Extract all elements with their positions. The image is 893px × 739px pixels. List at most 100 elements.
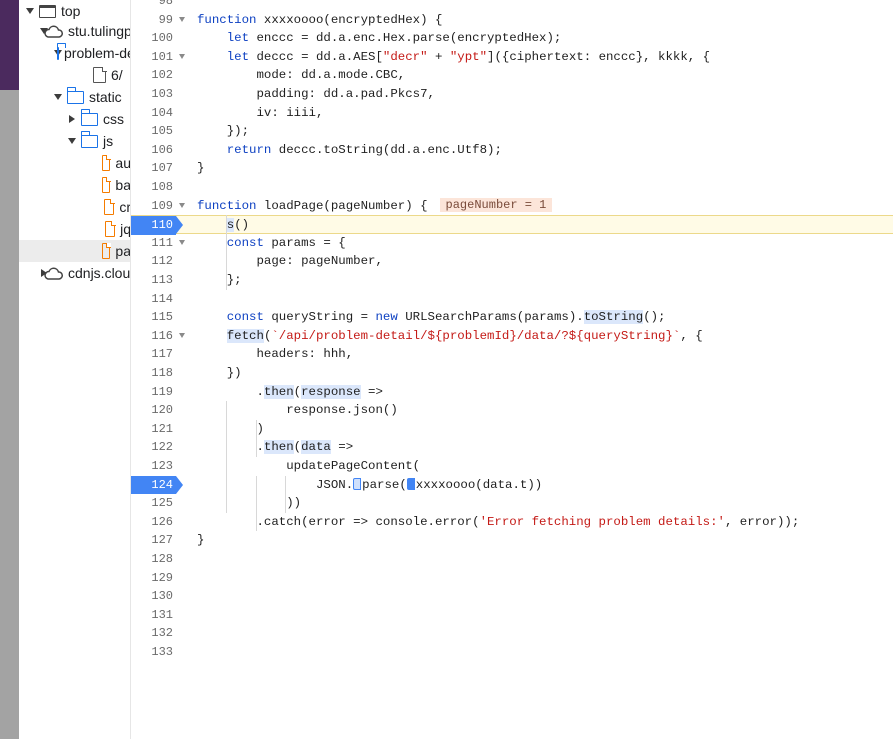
fold-arrow-icon[interactable]: [179, 332, 187, 341]
line-number[interactable]: 116: [131, 327, 176, 346]
tree-item[interactable]: stu.tulingpyton.cn: [19, 20, 130, 42]
code-line[interactable]: 125 )): [131, 494, 893, 513]
tree-item[interactable]: cdnjs.cloudflare.com: [19, 262, 130, 284]
line-number[interactable]: 115: [131, 308, 176, 327]
code-line[interactable]: 128: [131, 550, 893, 569]
code-line[interactable]: 103 padding: dd.a.pad.Pkcs7,: [131, 85, 893, 104]
tree-item[interactable]: cr: [19, 196, 130, 218]
code-line[interactable]: 109 function loadPage(pageNumber) {pageNu…: [131, 197, 893, 216]
tree-item[interactable]: css: [19, 108, 130, 130]
line-number[interactable]: 103: [131, 85, 176, 104]
line-number[interactable]: 130: [131, 587, 176, 606]
tree-item[interactable]: ba: [19, 174, 130, 196]
tree-item[interactable]: top: [19, 0, 130, 22]
line-number[interactable]: 111: [131, 234, 176, 253]
line-number[interactable]: 99: [131, 11, 176, 30]
line-number[interactable]: 133: [131, 643, 176, 662]
expand-arrow-icon[interactable]: [53, 92, 63, 102]
line-number[interactable]: 122: [131, 438, 176, 457]
code-line[interactable]: 121 ): [131, 420, 893, 439]
line-number[interactable]: 114: [131, 290, 176, 309]
fold-arrow-icon[interactable]: [179, 202, 187, 211]
expand-arrow-icon[interactable]: [25, 6, 35, 16]
code-line[interactable]: 129: [131, 569, 893, 588]
code-line[interactable]: 101 let deccc = dd.a.AES["decr" + "ypt"]…: [131, 48, 893, 67]
code-line[interactable]: 123 updatePageContent(: [131, 457, 893, 476]
code-line[interactable]: 130: [131, 587, 893, 606]
code-line[interactable]: 118 }): [131, 364, 893, 383]
tree-item[interactable]: 6/: [19, 64, 130, 86]
tree-item[interactable]: pa: [19, 240, 130, 262]
code-line[interactable]: 131: [131, 606, 893, 625]
code-line[interactable]: 108: [131, 178, 893, 197]
line-number[interactable]: 128: [131, 550, 176, 569]
source-code-editor[interactable]: 98 99 function xxxxoooo(encryptedHex) {100…: [131, 0, 893, 739]
code-line[interactable]: 114: [131, 290, 893, 309]
line-number[interactable]: 131: [131, 606, 176, 625]
line-number[interactable]: 100: [131, 29, 176, 48]
code-line[interactable]: 110 s(): [131, 215, 893, 235]
line-number[interactable]: 125: [131, 494, 176, 513]
breakpoint-location-icon[interactable]: [406, 477, 415, 490]
collapse-arrow-icon[interactable]: [67, 114, 77, 124]
tree-item[interactable]: js: [19, 130, 130, 152]
code-line[interactable]: 105 });: [131, 122, 893, 141]
tree-item[interactable]: problem-detail: [19, 42, 130, 64]
line-number[interactable]: 101: [131, 48, 176, 67]
code-line[interactable]: 127}: [131, 531, 893, 550]
line-number[interactable]: 108: [131, 178, 176, 197]
inline-variable-value: pageNumber = 1: [439, 197, 553, 212]
tree-item[interactable]: jq: [19, 218, 130, 240]
code-line[interactable]: 126 .catch(error => console.error('Error…: [131, 513, 893, 532]
code-text: });: [197, 124, 250, 139]
code-line[interactable]: 107}: [131, 159, 893, 178]
code-line[interactable]: 133: [131, 643, 893, 662]
line-number[interactable]: 112: [131, 252, 176, 271]
line-number[interactable]: 120: [131, 401, 176, 420]
breakpoint-location-icon[interactable]: [353, 477, 362, 490]
tree-item[interactable]: au: [19, 152, 130, 174]
code-line[interactable]: 124 JSON. parse(xxxxoooo(data.t)): [131, 475, 893, 495]
code-line[interactable]: 115 const queryString = new URLSearchPar…: [131, 308, 893, 327]
line-number[interactable]: 121: [131, 420, 176, 439]
line-number[interactable]: 126: [131, 513, 176, 532]
code-line[interactable]: 98: [131, 0, 893, 11]
line-number[interactable]: 117: [131, 345, 176, 364]
code-line[interactable]: 104 iv: iiii,: [131, 104, 893, 123]
code-line[interactable]: 122 .then(data =>: [131, 438, 893, 457]
line-number[interactable]: 123: [131, 457, 176, 476]
line-number[interactable]: 113: [131, 271, 176, 290]
code-line[interactable]: 113 };: [131, 271, 893, 290]
code-line[interactable]: 106 return deccc.toString(dd.a.enc.Utf8)…: [131, 141, 893, 160]
fold-arrow-icon[interactable]: [179, 53, 187, 62]
code-line[interactable]: 116 fetch(`/api/problem-detail/${problem…: [131, 327, 893, 346]
expand-arrow-icon[interactable]: [67, 136, 77, 146]
code-line[interactable]: 102 mode: dd.a.mode.CBC,: [131, 66, 893, 85]
code-text: return deccc.toString(dd.a.enc.Utf8);: [226, 142, 502, 157]
line-number[interactable]: 106: [131, 141, 176, 160]
line-number[interactable]: 102: [131, 66, 176, 85]
line-number[interactable]: 132: [131, 624, 176, 643]
code-line[interactable]: 112 page: pageNumber,: [131, 252, 893, 271]
line-number[interactable]: 107: [131, 159, 176, 178]
fold-arrow-icon[interactable]: [179, 239, 187, 248]
code-line[interactable]: 132: [131, 624, 893, 643]
line-number[interactable]: 105: [131, 122, 176, 141]
fold-arrow-icon[interactable]: [179, 16, 187, 25]
line-number[interactable]: 118: [131, 364, 176, 383]
breakpoint-marker[interactable]: 124: [131, 475, 183, 495]
code-line[interactable]: 100 let enccc = dd.a.enc.Hex.parse(encry…: [131, 29, 893, 48]
line-number[interactable]: 98: [131, 0, 176, 11]
tree-item[interactable]: static: [19, 86, 130, 108]
breakpoint-marker[interactable]: 110: [131, 216, 183, 235]
line-number[interactable]: 127: [131, 531, 176, 550]
code-line[interactable]: 111 const params = {: [131, 234, 893, 253]
line-number[interactable]: 109: [131, 197, 176, 216]
line-number[interactable]: 129: [131, 569, 176, 588]
code-line[interactable]: 120 response.json(): [131, 401, 893, 420]
line-number[interactable]: 104: [131, 104, 176, 123]
code-line[interactable]: 99 function xxxxoooo(encryptedHex) {: [131, 11, 893, 30]
code-line[interactable]: 119 .then(response =>: [131, 383, 893, 402]
code-line[interactable]: 117 headers: hhh,: [131, 345, 893, 364]
line-number[interactable]: 119: [131, 383, 176, 402]
